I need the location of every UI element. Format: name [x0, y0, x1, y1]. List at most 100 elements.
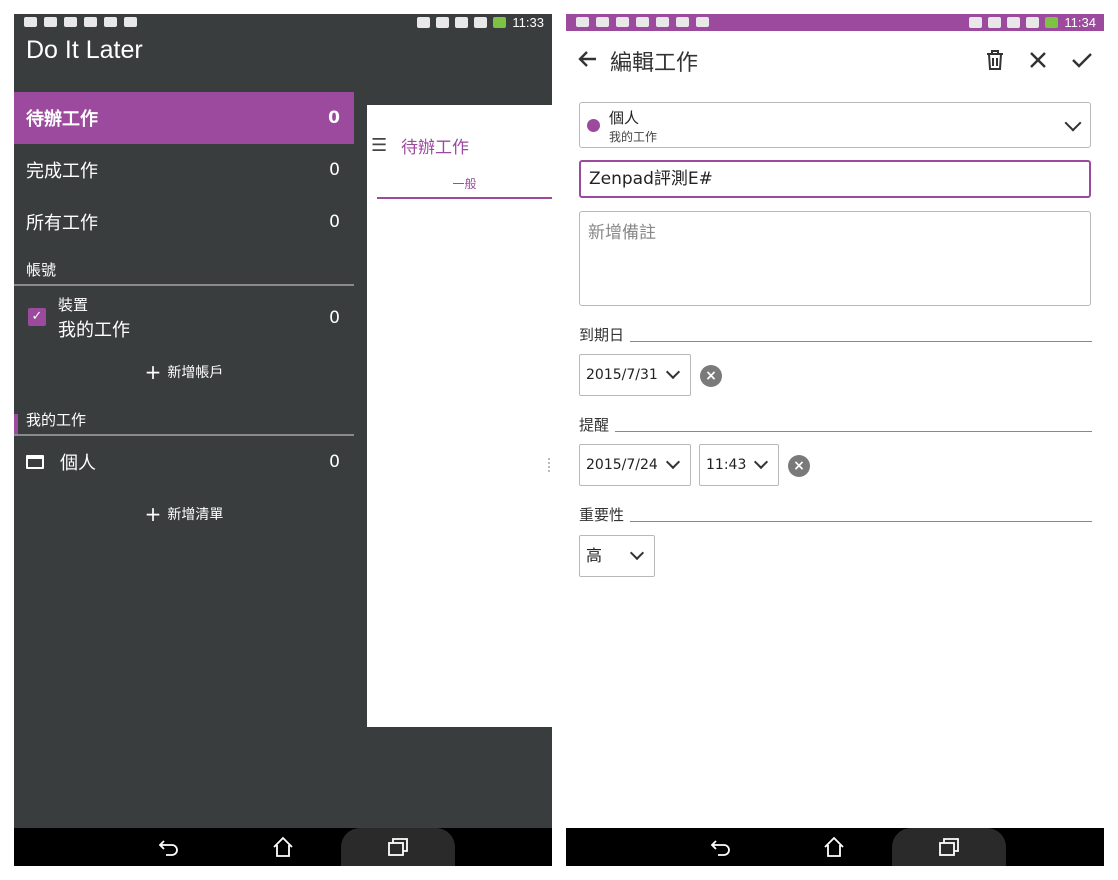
status-bar: 11:34: [566, 14, 1104, 31]
reminder-date-dropdown[interactable]: 2015/7/24: [579, 444, 691, 486]
lists-section-header: 我的工作: [14, 406, 354, 436]
image-notification-icon: [24, 17, 37, 27]
bluetooth-icon: [417, 16, 431, 28]
battery-charging-icon: [493, 16, 507, 28]
nav-item-label: 完成工作: [26, 161, 98, 182]
task-notification-icon: [656, 17, 669, 27]
close-icon[interactable]: [1021, 43, 1055, 77]
due-date-section: 到期日: [579, 324, 1092, 345]
list-name: 個人: [60, 453, 96, 474]
edit-toolbar: 編輯工作: [566, 31, 1104, 87]
main-content-peek[interactable]: ☰ 待辦工作 一般: [367, 105, 552, 727]
page-title: 編輯工作: [610, 51, 699, 76]
add-list-button[interactable]: + 新增清單: [14, 488, 354, 540]
app-title: Do It Later: [26, 36, 143, 64]
divider: [630, 341, 1092, 342]
nav-item-all[interactable]: 所有工作 0: [14, 196, 354, 248]
selected-list-name: 個人: [609, 109, 640, 127]
reminder-label: 提醒: [579, 416, 610, 434]
recents-nav-icon[interactable]: [368, 828, 428, 866]
nav-item-completed[interactable]: 完成工作 0: [14, 144, 354, 196]
task-title-input[interactable]: Zenpad評測E#: [579, 160, 1091, 198]
task-notification-icon: [104, 17, 117, 27]
check-icon[interactable]: [1065, 43, 1099, 77]
sd-card-icon: [1007, 16, 1021, 28]
status-time: 11:33: [512, 14, 544, 30]
scroll-indicator: [548, 458, 551, 472]
copy-notification-icon: [696, 17, 709, 27]
account-type: 裝置: [58, 296, 89, 314]
peek-title: 待辦工作: [401, 138, 469, 158]
priority-value: 高: [586, 546, 603, 565]
chevron-down-icon: [753, 454, 769, 470]
reminder-section: 提醒: [579, 414, 1092, 435]
recents-nav-icon[interactable]: [919, 828, 979, 866]
delete-icon[interactable]: [978, 43, 1012, 77]
copy-notification-icon: [124, 17, 137, 27]
priority-dropdown[interactable]: 高: [579, 535, 655, 577]
left-phone-screen: 11:33 Do It Later 待辦工作 0 完成工作 0 所有工作 0 帳…: [14, 14, 552, 866]
back-nav-icon[interactable]: [691, 828, 751, 866]
notification-icons: [576, 14, 709, 30]
priority-label: 重要性: [579, 506, 625, 524]
video-notification-icon: [616, 17, 629, 27]
note-input[interactable]: 新增備註: [579, 211, 1091, 306]
add-list-label: 新增清單: [167, 507, 224, 523]
task-notification-icon: [676, 17, 689, 27]
add-account-button[interactable]: + 新增帳戶: [14, 346, 354, 398]
due-date-value: 2015/7/31: [586, 367, 658, 383]
cloud-notification-icon: [636, 17, 649, 27]
status-time: 11:34: [1064, 14, 1096, 30]
image-notification-icon: [596, 17, 609, 27]
list-count: 0: [329, 452, 340, 472]
menu-icon[interactable]: ☰: [371, 135, 387, 156]
task-notification-icon: [84, 17, 97, 27]
video-notification-icon: [44, 17, 57, 27]
wifi-icon: [988, 16, 1002, 28]
chevron-down-icon: [629, 545, 645, 561]
divider: [615, 431, 1092, 432]
back-nav-icon[interactable]: [139, 828, 199, 866]
selected-list-owner: 我的工作: [609, 130, 658, 144]
reminder-time-value: 11:43: [706, 457, 747, 473]
nav-item-label: 待辦工作: [26, 109, 98, 130]
folder-icon: [26, 455, 44, 469]
list-color-dot: [587, 119, 600, 132]
priority-section: 重要性: [579, 504, 1092, 525]
checkbox-icon[interactable]: ✓: [28, 308, 46, 326]
notification-icons: [24, 14, 137, 30]
home-nav-icon[interactable]: [804, 828, 864, 866]
battery-charging-icon: [1045, 16, 1059, 28]
signal-icon: [474, 16, 488, 28]
add-account-label: 新增帳戶: [167, 365, 224, 381]
system-nav-bar: [566, 828, 1104, 866]
sd-card-icon: [455, 16, 469, 28]
home-nav-icon[interactable]: [253, 828, 313, 866]
account-item-device[interactable]: ✓ 裝置 我的工作 0: [14, 286, 354, 346]
due-date-dropdown[interactable]: 2015/7/31: [579, 354, 691, 396]
list-selector[interactable]: 個人 我的工作: [579, 102, 1091, 148]
accounts-section-header: 帳號: [14, 256, 354, 286]
cloud-notification-icon: [64, 17, 77, 27]
account-name: 我的工作: [58, 320, 130, 341]
warning-notification-icon: [576, 17, 589, 27]
chevron-down-icon: [665, 454, 681, 470]
nav-item-todo[interactable]: 待辦工作 0: [14, 92, 354, 144]
reminder-time-dropdown[interactable]: 11:43: [699, 444, 779, 486]
clear-reminder-icon[interactable]: ×: [788, 455, 810, 477]
list-item-personal[interactable]: 個人 0: [14, 436, 354, 488]
due-date-label: 到期日: [579, 326, 625, 344]
back-arrow-icon[interactable]: [576, 41, 604, 77]
chevron-down-icon: [1064, 114, 1082, 132]
signal-icon: [1026, 16, 1040, 28]
wifi-icon: [436, 16, 450, 28]
tab-general[interactable]: 一般: [377, 167, 552, 199]
reminder-date-value: 2015/7/24: [586, 457, 658, 473]
accounts-header-label: 帳號: [26, 261, 57, 279]
navigation-drawer: 待辦工作 0 完成工作 0 所有工作 0 帳號 ✓ 裝置 我的工作 0 + 新增…: [14, 92, 354, 540]
plus-icon: +: [144, 502, 162, 526]
divider: [630, 521, 1092, 522]
system-status-icons: 11:33: [417, 14, 544, 30]
clear-due-date-icon[interactable]: ×: [700, 365, 722, 387]
status-bar: 11:33: [14, 14, 552, 30]
